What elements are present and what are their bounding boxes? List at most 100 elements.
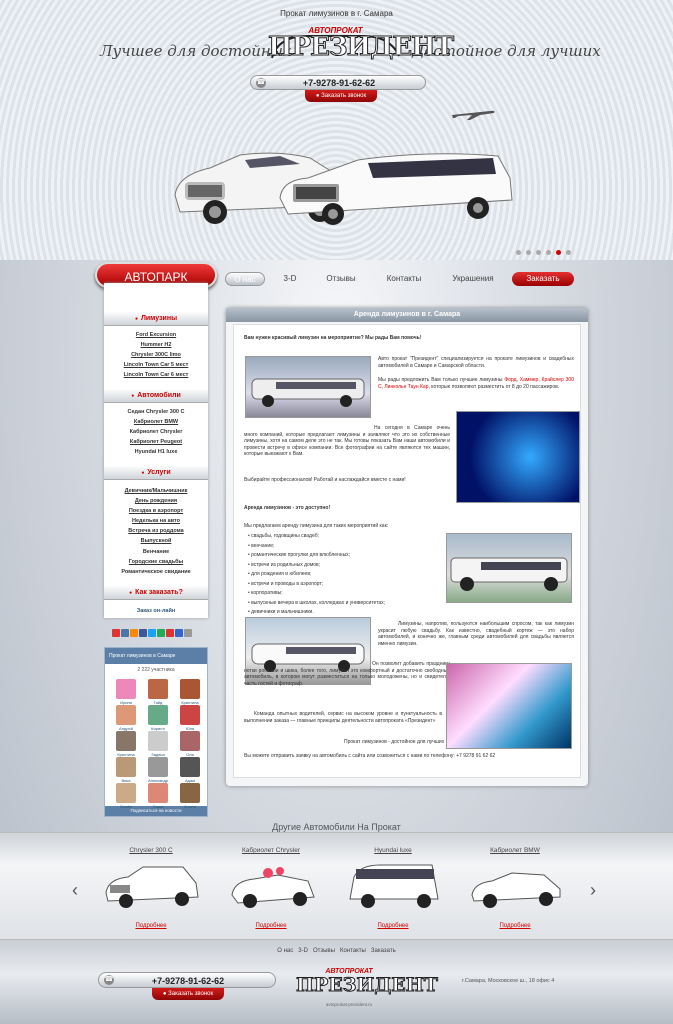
slider-dot[interactable] — [516, 250, 521, 255]
car-card-image-bmw — [471, 872, 561, 908]
sidebar-head-limos: Лимузины — [104, 312, 208, 326]
ok-icon[interactable] — [130, 629, 138, 637]
sidebar-item-lincoln-5[interactable]: Lincoln Town Car 5 мест — [104, 362, 208, 368]
slider-dot[interactable] — [566, 250, 571, 255]
vk-member-avatar[interactable] — [116, 705, 136, 725]
sidebar-order-link[interactable]: Заказ он-лайн — [104, 608, 208, 614]
footer-callback-button[interactable]: ● Заказать звонок — [152, 988, 224, 1000]
facebook-icon[interactable] — [139, 629, 147, 637]
footer-nav-reviews[interactable]: Отзывы — [313, 948, 335, 954]
slider-dot[interactable] — [536, 250, 541, 255]
sidebar-item-lincoln-6[interactable]: Lincoln Town Car 6 мест — [104, 372, 208, 378]
logo-main-text: ПРЕЗИДЕНТ — [268, 32, 455, 63]
nav-order-button[interactable]: Заказать — [512, 272, 574, 286]
sidebar-item-hummer[interactable]: Hummer H2 — [104, 342, 208, 348]
sidebar-item-hyundai[interactable]: Hyundai H1 luxe — [104, 449, 208, 455]
car-card-name[interactable]: Кабриолет BMW — [456, 847, 574, 854]
livejournal-icon[interactable] — [175, 629, 183, 637]
share-icon[interactable] — [112, 629, 120, 637]
sidebar-item-service[interactable]: Поездка в аэропорт — [104, 508, 208, 514]
vk-member-avatar[interactable] — [148, 731, 168, 751]
nav-3d[interactable]: 3-D — [277, 272, 303, 286]
vk-member-avatar[interactable] — [180, 679, 200, 699]
car-card-name[interactable]: Chrysler 300 C — [92, 847, 210, 854]
google-icon[interactable] — [166, 629, 174, 637]
vk-member-name[interactable]: Саша — [144, 804, 172, 809]
vk-member-avatar[interactable] — [148, 705, 168, 725]
logo[interactable]: АВТОПРОКАТ ПРЕЗИДЕНТ — [268, 26, 455, 63]
car-card-name[interactable]: Кабриолет Chrysler — [212, 847, 330, 854]
cta-phone[interactable]: +7 9278 91 62 62 — [456, 753, 495, 759]
site-title: Прокат лимузинов в г. Самара — [280, 9, 393, 18]
callback-button[interactable]: ● Заказать звонок — [305, 90, 377, 102]
header-phone[interactable]: ☎ +7-9278-91-62-62 — [250, 75, 426, 90]
car-card-more-link[interactable]: Подробнее — [334, 923, 452, 929]
vk-member-avatar[interactable] — [180, 731, 200, 751]
intro-p2-text: Мы рады предложить Вам только лучшие лим… — [378, 377, 503, 383]
vk-member-avatar[interactable] — [180, 757, 200, 777]
sidebar-head-services: Услуги — [104, 466, 208, 480]
vk-member-avatar[interactable] — [116, 757, 136, 777]
sidebar-item-chrysler-limo[interactable]: Chrysler 300C limo — [104, 352, 208, 358]
vk-member-avatar[interactable] — [148, 757, 168, 777]
car-card-more-link[interactable]: Подробнее — [456, 923, 574, 929]
nav-reviews[interactable]: Отзывы — [319, 272, 363, 286]
sidebar-item-ford-excursion[interactable]: Ford Excursion — [104, 332, 208, 338]
slider-dot[interactable] — [546, 250, 551, 255]
sidebar-item-service[interactable]: Выпускной — [104, 538, 208, 544]
cta-text: Вы можете отправить заявку на автомобиль… — [244, 753, 455, 759]
sidebar-item-chrysler-cabrio[interactable]: Кабриолет Chrysler — [104, 429, 208, 435]
vk-member-avatar[interactable] — [116, 731, 136, 751]
carousel-next-icon[interactable]: › — [590, 880, 596, 901]
mail-icon[interactable] — [157, 629, 165, 637]
car-card[interactable]: Кабриолет Chrysler Подробнее — [212, 833, 330, 939]
vk-member-name[interactable]: Семён — [112, 804, 140, 809]
vk-member-avatar[interactable] — [180, 705, 200, 725]
sidebar-item-chrysler-sedan[interactable]: Седан Chrysler 300 C — [104, 409, 208, 415]
car-card-more-link[interactable]: Подробнее — [92, 923, 210, 929]
sidebar-item-service[interactable]: Городские свадьбы — [104, 559, 208, 565]
main-content: Аренда лимузинов в г. Самара Вам нужен к… — [226, 308, 588, 786]
footer-nav-about[interactable]: О нас — [277, 948, 293, 954]
car-card[interactable]: Chrysler 300 C Подробнее — [92, 833, 210, 939]
footer-nav-order[interactable]: Заказать — [371, 948, 396, 954]
hero-car-lincoln — [279, 153, 513, 225]
sidebar-item-service[interactable]: Венчание — [104, 549, 208, 555]
nav-decorations[interactable]: Украшения — [445, 272, 501, 286]
sidebar-item-service[interactable]: Неделька на авто — [104, 518, 208, 524]
vk-member-avatar[interactable] — [116, 783, 136, 803]
vk-member-avatar[interactable] — [148, 783, 168, 803]
footer-logo[interactable]: АВТОПРОКАТ ПРЕЗИДЕНТ — [296, 968, 439, 998]
car-card[interactable]: Кабриолет BMW Подробнее — [456, 833, 574, 939]
footer-nav-3d[interactable]: 3-D — [298, 948, 308, 954]
sidebar-item-peugeot-cabrio[interactable]: Кабриолет Peugeot — [104, 439, 208, 445]
twitter-icon[interactable] — [148, 629, 156, 637]
sidebar-item-service[interactable]: День рождения — [104, 498, 208, 504]
more-icon[interactable] — [184, 629, 192, 637]
slider-dot[interactable] — [526, 250, 531, 255]
sidebar-item-service[interactable]: Девичник/Мальчишник — [104, 488, 208, 494]
content-p7: Команда опытных водителей, сервис на выс… — [244, 711, 442, 724]
footer-phone[interactable]: ☎ +7-9278-91-62-62 — [98, 972, 276, 988]
nav-contacts[interactable]: Контакты — [377, 272, 431, 286]
vk-member-avatar[interactable] — [116, 679, 136, 699]
footer-nav-contacts[interactable]: Контакты — [340, 948, 366, 954]
slider-dot-active[interactable] — [556, 250, 561, 255]
content-p6: Он позволит добавить празднику нотки рос… — [244, 661, 450, 687]
sidebar-item-service[interactable]: Романтическое свидание — [104, 569, 208, 575]
car-card[interactable]: Hyundai luxe Подробнее — [334, 833, 452, 939]
footer-nav: О нас 3-D Отзывы Контакты Заказать — [0, 948, 673, 954]
main-title: Аренда лимузинов в г. Самара — [226, 308, 588, 322]
nav-about[interactable]: О нас — [225, 272, 265, 286]
sidebar-item-bmw-cabrio[interactable]: Кабриолет BMW — [104, 419, 208, 425]
vk-icon[interactable] — [121, 629, 129, 637]
vk-member-avatar[interactable] — [148, 679, 168, 699]
vk-member-avatar[interactable] — [180, 783, 200, 803]
vk-member-name[interactable]: Алина — [176, 804, 204, 809]
carousel-prev-icon[interactable]: ‹ — [72, 880, 78, 901]
sidebar: Лимузины Ford Excursion Hummer H2 Chrysl… — [104, 283, 208, 618]
sidebar-item-service[interactable]: Встреча из роддома — [104, 528, 208, 534]
car-card-more-link[interactable]: Подробнее — [212, 923, 330, 929]
header-phone-number: +7-9278-91-62-62 — [302, 78, 376, 88]
car-card-name[interactable]: Hyundai luxe — [334, 847, 452, 854]
